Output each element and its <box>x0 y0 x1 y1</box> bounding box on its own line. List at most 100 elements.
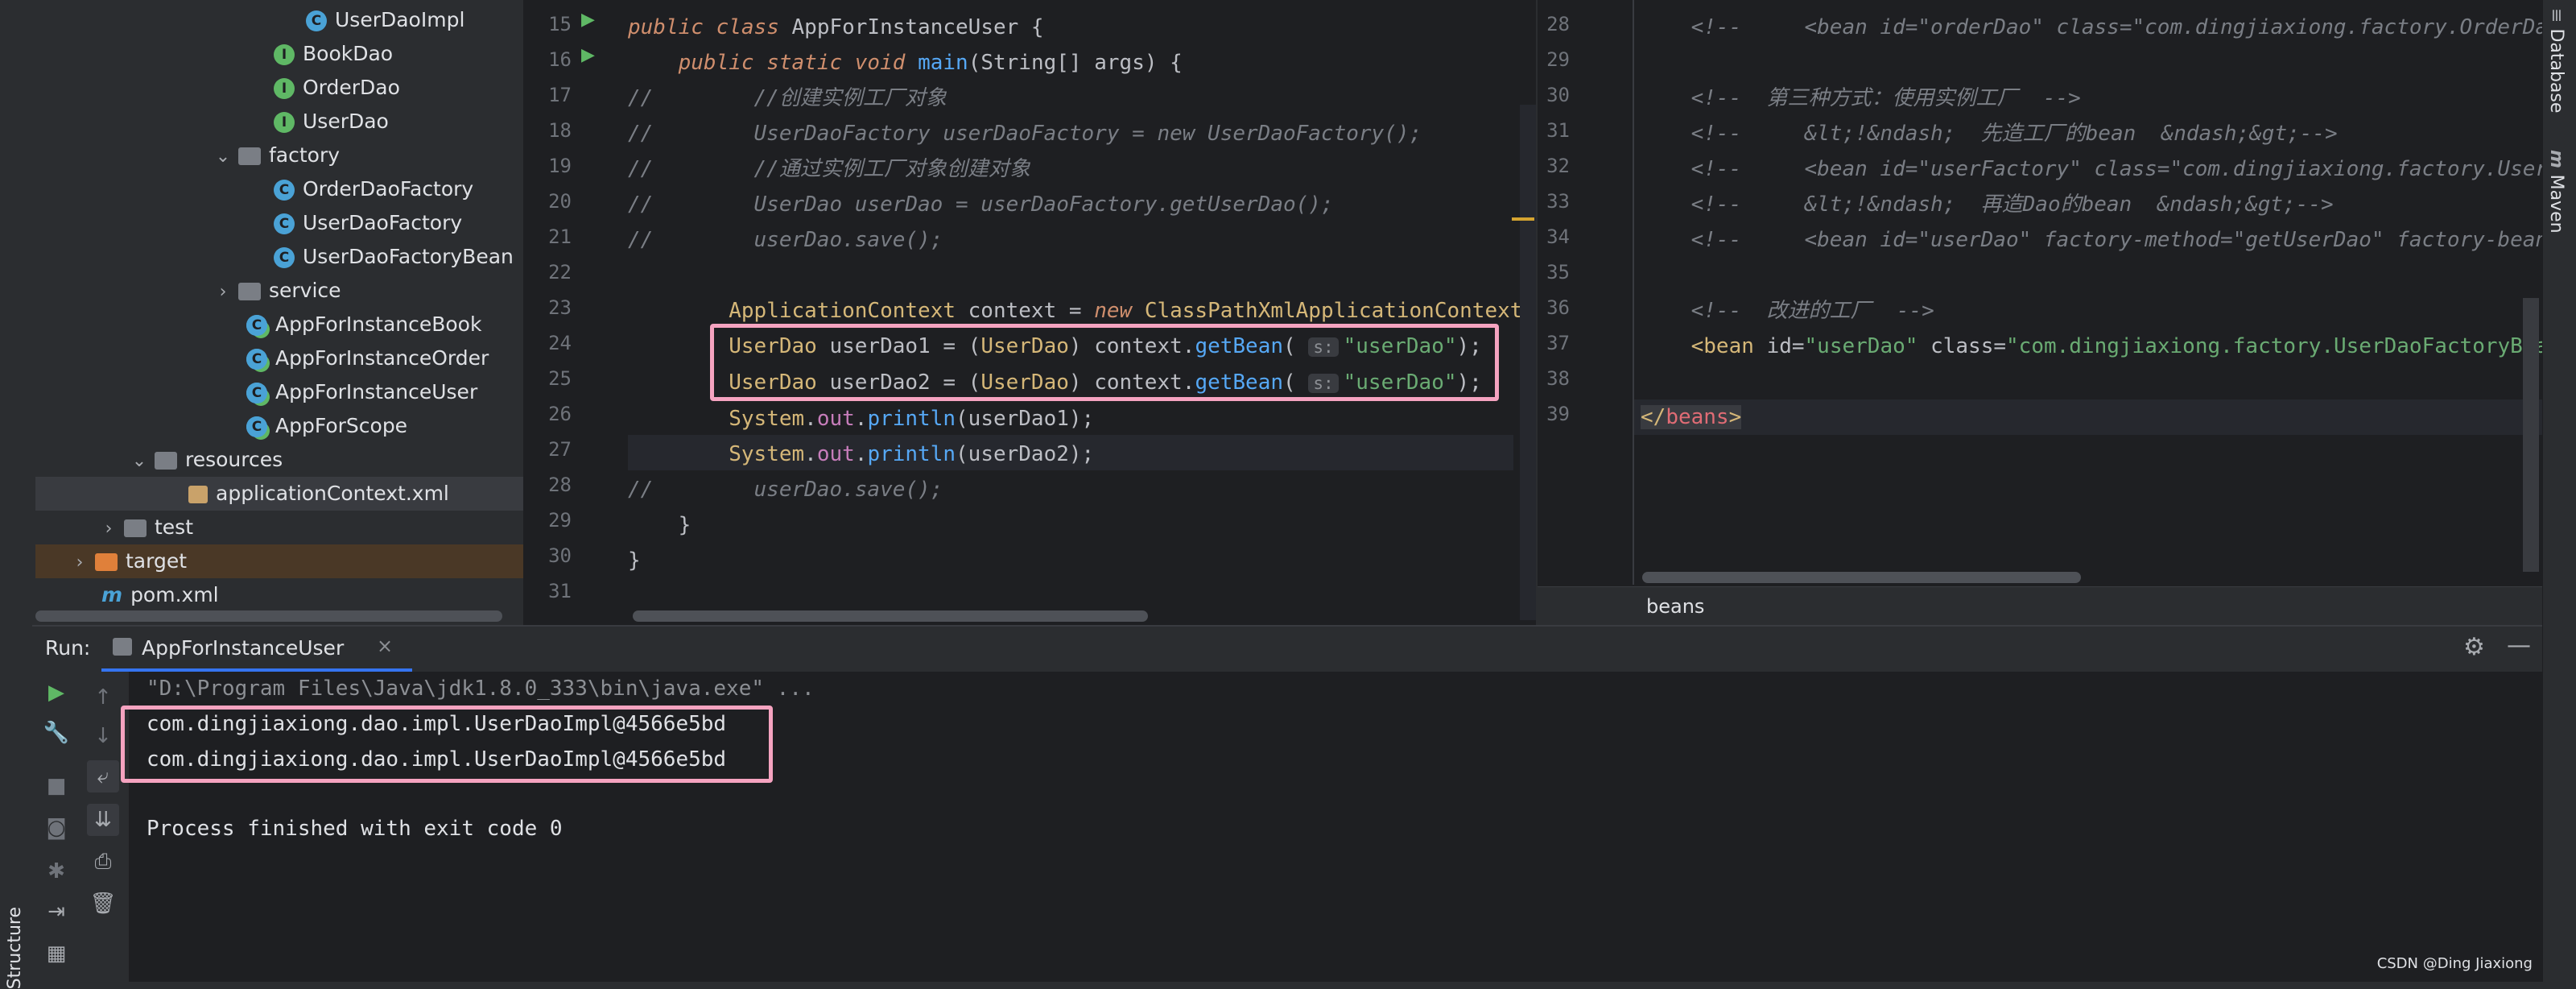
line-number: 37 <box>1546 332 1570 354</box>
tree-scrollbar[interactable] <box>35 610 502 622</box>
run-label: Run: <box>45 636 91 660</box>
warning-marker <box>1512 217 1534 221</box>
rerun-icon[interactable]: ▶ <box>40 677 72 709</box>
tree-folder[interactable]: ⌄ factory <box>0 139 523 172</box>
run-gutter-icon[interactable]: ▶ <box>581 45 595 65</box>
watermark: CSDN @Ding Jiaxiong <box>2376 955 2533 972</box>
chevron-right-icon[interactable]: › <box>100 512 118 546</box>
scroll-to-end-icon[interactable]: ⇊ <box>87 804 119 836</box>
interface-icon: I <box>274 44 295 65</box>
tree-item[interactable]: C AppForInstanceOrder <box>0 341 523 375</box>
java-editor[interactable]: 15 16 17 18 19 20 21 22 23 24 25 26 27 28 29 30 31 ▶ ▶ p… <box>523 0 1536 625</box>
interface-icon: I <box>274 78 295 99</box>
right-tool-strip: ≡ Database m Maven <box>2542 0 2576 982</box>
tree-item[interactable]: C AppForInstanceBook <box>0 308 523 341</box>
run-gutter-icon[interactable]: ▶ <box>581 10 595 30</box>
line-number: 38 <box>1546 367 1570 390</box>
layout-icon[interactable]: ▦ <box>40 937 72 970</box>
line-number: 39 <box>1546 403 1570 425</box>
run-config-icon <box>113 638 132 656</box>
arrow-down-icon[interactable]: ↓ <box>87 720 119 752</box>
horizontal-scrollbar[interactable] <box>633 610 1148 622</box>
breadcrumb[interactable]: beans <box>1646 595 1704 618</box>
tree-item-label: applicationContext.xml <box>216 482 449 505</box>
line-number: 35 <box>1546 261 1570 283</box>
tree-item[interactable]: C UserDaoFactoryBean <box>0 240 523 274</box>
tree-item[interactable]: C OrderDaoFactory <box>0 172 523 206</box>
tree-item[interactable]: C AppForInstanceUser <box>0 375 523 409</box>
tree-item-label: UserDao <box>303 110 389 133</box>
tree-item-selected[interactable]: applicationContext.xml <box>35 477 523 511</box>
tree-item[interactable]: C AppForScope <box>0 409 523 443</box>
tree-folder[interactable]: › target <box>35 544 523 578</box>
chevron-down-icon[interactable]: ⌄ <box>214 140 232 174</box>
tree-item-label: OrderDaoFactory <box>303 177 474 201</box>
tree-item-label: target <box>126 549 188 573</box>
chevron-down-icon[interactable]: ⌄ <box>130 445 148 478</box>
tree-item-label: pom.xml <box>130 583 219 606</box>
run-command-line: "D:\Program Files\Java\jdk1.8.0_333\bin\… <box>147 677 815 701</box>
line-number: 20 <box>548 190 572 213</box>
tree-folder[interactable]: ⌄ resources <box>0 443 523 477</box>
exit-icon[interactable]: ⇥ <box>40 896 72 928</box>
line-number: 19 <box>548 155 572 177</box>
database-icon: ≡ <box>2546 8 2566 29</box>
maven-tab[interactable]: m Maven <box>2546 150 2566 234</box>
maven-icon: m <box>101 583 123 606</box>
chevron-right-icon[interactable]: › <box>71 546 89 580</box>
gear-icon[interactable]: ⚙ <box>2463 633 2485 661</box>
folder-icon <box>95 553 118 571</box>
arrow-up-icon[interactable]: ↑ <box>87 681 119 714</box>
debug-icon[interactable]: ✱ <box>40 855 72 888</box>
chevron-right-icon[interactable]: › <box>214 275 232 309</box>
line-number: 32 <box>1546 155 1570 177</box>
tree-folder[interactable]: › service <box>0 274 523 308</box>
line-number: 33 <box>1546 190 1570 213</box>
line-number: 29 <box>548 509 572 532</box>
maven-icon: m <box>2546 150 2566 175</box>
line-number: 29 <box>1546 48 1570 71</box>
app-icon: C <box>246 349 267 370</box>
folder-icon <box>155 452 177 470</box>
tree-item[interactable]: m pom.xml <box>0 578 523 612</box>
gutter-divider <box>1633 0 1634 585</box>
code-block[interactable]: <!-- <bean id="orderDao" class="com.ding… <box>1641 10 2542 435</box>
database-tab[interactable]: ≡ Database <box>2546 8 2566 113</box>
wrench-icon[interactable]: 🔧 <box>40 717 72 749</box>
tree-item-label: UserDaoImpl <box>335 8 465 31</box>
tree-item[interactable]: C UserDaoFactory <box>0 206 523 240</box>
interface-icon: I <box>274 112 295 133</box>
class-icon: C <box>306 10 327 31</box>
editor-scrollbar[interactable] <box>1520 105 1536 620</box>
tree-item-label: AppForInstanceUser <box>275 380 478 403</box>
folder-icon <box>238 283 261 300</box>
tree-item[interactable]: I OrderDao <box>0 71 523 105</box>
highlight-box <box>710 324 1499 401</box>
run-tab-label: AppForInstanceUser <box>142 636 345 660</box>
tree-item-label: test <box>155 515 194 539</box>
horizontal-scrollbar[interactable] <box>1642 572 2081 583</box>
trash-icon[interactable]: 🗑 <box>87 888 119 920</box>
structure-tab[interactable]: Structure <box>5 907 25 989</box>
soft-wrap-icon[interactable]: ⤶ <box>87 760 119 792</box>
line-number: 21 <box>548 226 572 248</box>
code-block[interactable]: public class AppForInstanceUser { public… <box>628 10 1522 578</box>
run-header: Run: AppForInstanceUser × ⚙ — <box>32 625 2542 672</box>
run-tab[interactable]: AppForInstanceUser × <box>101 627 412 672</box>
xml-editor[interactable]: 28 29 30 31 32 33 34 35 36 37 38 39 <!-- <bean id="… <box>1538 0 2542 625</box>
highlight-box <box>121 706 773 783</box>
tree-item[interactable]: C UserDaoImpl <box>0 3 523 37</box>
xml-icon <box>188 486 208 503</box>
folder-icon <box>124 519 147 537</box>
tree-item-label: resources <box>185 448 283 471</box>
stop-icon[interactable]: ■ <box>40 770 72 802</box>
camera-icon[interactable]: ◙ <box>40 812 72 844</box>
close-icon[interactable]: × <box>377 635 393 657</box>
tree-folder[interactable]: › test <box>0 511 523 544</box>
print-icon[interactable]: ⎙ <box>87 846 119 878</box>
line-number: 16 <box>548 48 572 71</box>
editor-scrollbar[interactable] <box>2523 298 2539 572</box>
tree-item[interactable]: I UserDao <box>0 105 523 139</box>
tree-item[interactable]: I BookDao <box>0 37 523 71</box>
minimize-icon[interactable]: — <box>2507 631 2531 660</box>
